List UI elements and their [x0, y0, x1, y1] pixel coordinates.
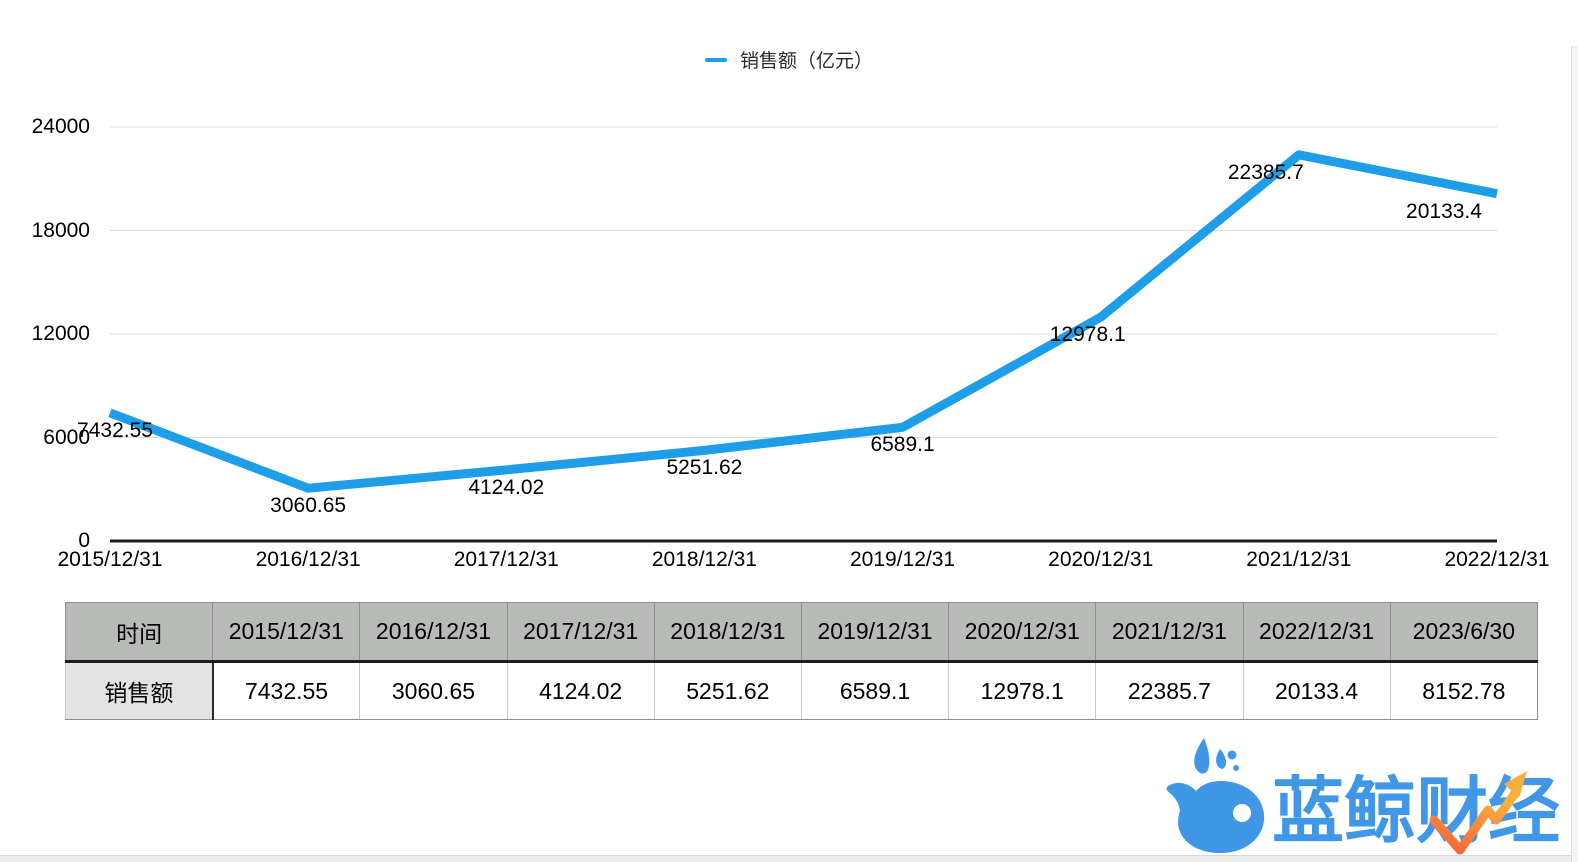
table-cell: 4124.02	[507, 662, 654, 720]
table-header-cell: 2020/12/31	[949, 603, 1096, 662]
table-header-cell: 2018/12/31	[654, 603, 801, 662]
line-chart: 06000120001800024000 2015/12/312016/12/3…	[0, 0, 1578, 600]
table-header-cell: 2022/12/31	[1243, 603, 1390, 662]
table-cell: 5251.62	[654, 662, 801, 720]
table-header-cell: 2017/12/31	[507, 603, 654, 662]
x-axis-label: 2015/12/31	[25, 548, 195, 572]
y-axis-label: 12000	[0, 321, 90, 347]
data-label: 4124.02	[406, 477, 606, 499]
table-header-cell: 2016/12/31	[360, 603, 507, 662]
page-bottom-edge	[0, 855, 1578, 862]
data-label: 20133.4	[1344, 201, 1544, 223]
y-axis-label: 24000	[0, 114, 90, 140]
table-cell: 销售额	[66, 662, 213, 720]
table-header-cell: 2015/12/31	[213, 603, 360, 662]
whale-icon	[1163, 736, 1269, 856]
data-label: 7432.55	[15, 420, 215, 442]
x-axis-label: 2018/12/31	[619, 548, 789, 572]
x-axis-label: 2020/12/31	[1016, 548, 1186, 572]
table-cell: 22385.7	[1096, 662, 1243, 720]
table-row: 销售额7432.553060.654124.025251.626589.1129…	[66, 662, 1538, 720]
table-cell: 12978.1	[949, 662, 1096, 720]
data-label: 22385.7	[1166, 162, 1366, 184]
table-header-cell: 2023/6/30	[1390, 603, 1537, 662]
data-label: 5251.62	[604, 457, 804, 479]
table-header-cell: 2021/12/31	[1096, 603, 1243, 662]
table-cell: 3060.65	[360, 662, 507, 720]
trend-arrow-icon	[1420, 768, 1535, 860]
table-cell: 6589.1	[801, 662, 948, 720]
x-axis-label: 2016/12/31	[223, 548, 393, 572]
x-axis-label: 2019/12/31	[818, 548, 988, 572]
data-label: 12978.1	[988, 324, 1188, 346]
table-header-row: 时间2015/12/312016/12/312017/12/312018/12/…	[66, 603, 1538, 662]
x-axis-label: 2017/12/31	[421, 548, 591, 572]
table-cell: 20133.4	[1243, 662, 1390, 720]
y-axis-label: 18000	[0, 218, 90, 244]
table-header-cell: 时间	[66, 603, 213, 662]
table-header-cell: 2019/12/31	[801, 603, 948, 662]
data-table: 时间2015/12/312016/12/312017/12/312018/12/…	[65, 602, 1538, 720]
page-right-edge[interactable]	[1571, 46, 1578, 862]
table-row: 时间2015/12/312016/12/312017/12/312018/12/…	[66, 603, 1538, 662]
table-cell: 7432.55	[213, 662, 360, 720]
x-axis-label: 2021/12/31	[1214, 548, 1384, 572]
x-axis-label: 2022/12/31	[1412, 548, 1578, 572]
table-cell: 8152.78	[1390, 662, 1537, 720]
data-label: 3060.65	[208, 495, 408, 517]
data-label: 6589.1	[803, 434, 1003, 456]
